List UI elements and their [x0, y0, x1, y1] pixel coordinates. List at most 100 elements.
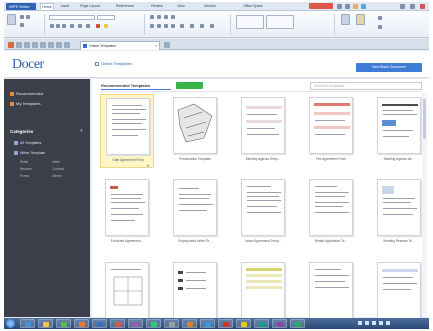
subcategory-item[interactable]: Resume — [20, 167, 32, 171]
copy-icon[interactable] — [26, 15, 30, 19]
wps-home-icon[interactable] — [8, 42, 14, 48]
new-tab-icon[interactable] — [16, 42, 22, 48]
subcategory-item[interactable]: Contract — [52, 167, 64, 171]
sidebar-item-my-templates[interactable]: My Templates — [10, 101, 41, 106]
maximize-icon[interactable] — [410, 4, 415, 9]
taskbar-app[interactable] — [74, 319, 89, 328]
taskbar-app[interactable] — [20, 319, 35, 328]
sidebar-item-recommended[interactable]: Recommended — [10, 91, 43, 96]
align-right-icon[interactable] — [164, 24, 168, 28]
taskbar-app[interactable] — [146, 319, 161, 328]
format-painter-icon[interactable] — [20, 23, 24, 27]
bullets-icon[interactable] — [150, 15, 154, 19]
new-blank-document-button[interactable]: New Blank Document — [356, 63, 422, 72]
taskbar-app[interactable] — [56, 319, 71, 328]
help-icon[interactable] — [361, 4, 366, 9]
taskbar-app[interactable] — [110, 319, 125, 328]
align-center-icon[interactable] — [157, 24, 161, 28]
shading-icon[interactable] — [190, 24, 194, 28]
menu-tab-review[interactable]: Review — [147, 3, 167, 10]
taskbar-app[interactable] — [182, 319, 197, 328]
taskbar-app[interactable] — [164, 319, 179, 328]
select-icon[interactable] — [378, 16, 382, 20]
cut-icon[interactable] — [20, 15, 24, 19]
template-card[interactable]: Meeting Resume Te... — [372, 176, 426, 250]
app-menu-button[interactable]: WPS Writer — [6, 3, 36, 10]
highlight-icon[interactable] — [104, 24, 108, 28]
tab-online-templates[interactable]: Online Templates × — [80, 41, 160, 50]
menu-tab-references[interactable]: References — [112, 3, 138, 10]
undo-icon[interactable] — [337, 4, 342, 9]
favorite-icon[interactable]: ★ — [146, 163, 150, 168]
taskbar-app[interactable] — [38, 319, 53, 328]
italic-icon[interactable] — [56, 24, 60, 28]
superscript-icon[interactable] — [78, 24, 82, 28]
paste-icon[interactable] — [7, 14, 16, 25]
subcategory-item[interactable]: Writer — [20, 160, 28, 164]
menu-tab-home[interactable]: Home — [40, 3, 54, 10]
close-icon[interactable] — [420, 4, 425, 9]
justify-icon[interactable] — [171, 24, 175, 28]
font-color-icon[interactable] — [96, 24, 100, 28]
close-tab-icon[interactable]: × — [155, 42, 157, 50]
styles-gallery[interactable] — [236, 15, 264, 29]
print-icon[interactable] — [40, 42, 46, 48]
template-card[interactable]: Rental Application Te... — [304, 176, 358, 250]
undo-icon[interactable] — [56, 42, 62, 48]
styles-gallery-2[interactable] — [266, 15, 294, 29]
minimize-icon[interactable] — [400, 4, 405, 9]
template-search-input[interactable]: Search for templates — [310, 82, 422, 90]
strikethrough-icon[interactable] — [70, 24, 74, 28]
skin-icon[interactable] — [353, 4, 358, 9]
redo-icon[interactable] — [64, 42, 70, 48]
template-card[interactable]: Employment Letter Te... — [168, 176, 222, 250]
system-tray[interactable] — [356, 320, 411, 327]
show-hide-icon[interactable] — [210, 24, 214, 28]
taskbar-app[interactable] — [128, 319, 143, 328]
font-name-select[interactable] — [49, 15, 95, 20]
category-writer-templates[interactable]: Writer Template — [14, 151, 45, 156]
add-tab-icon[interactable] — [164, 42, 170, 48]
preview-icon[interactable] — [48, 42, 54, 48]
redo-icon[interactable] — [345, 4, 350, 9]
subcategory-item[interactable]: Forms — [20, 174, 29, 178]
start-button[interactable] — [6, 319, 15, 328]
menu-tab-office-space[interactable]: Office Space — [237, 3, 269, 10]
subcategory-item[interactable]: Others — [52, 174, 62, 178]
align-left-icon[interactable] — [150, 24, 154, 28]
increase-indent-icon[interactable] — [171, 15, 175, 19]
save-icon[interactable] — [32, 42, 38, 48]
taskbar-app[interactable] — [254, 319, 269, 328]
bold-icon[interactable] — [50, 24, 54, 28]
menu-tab-insert[interactable]: Insert — [58, 3, 72, 10]
template-card[interactable]: Fee Agreement Form — [304, 94, 358, 168]
settings-icon[interactable] — [378, 25, 382, 29]
template-card[interactable]: Meeting Agenda Temp... — [236, 94, 290, 168]
open-icon[interactable] — [24, 42, 30, 48]
menu-tab-view[interactable]: View — [174, 3, 188, 10]
account-badge[interactable] — [309, 3, 333, 9]
numbering-icon[interactable] — [157, 15, 161, 19]
taskbar-app[interactable] — [290, 319, 305, 328]
font-size-select[interactable] — [97, 15, 115, 20]
category-all-templates[interactable]: All Templates — [14, 141, 41, 146]
taskbar-app[interactable] — [236, 319, 251, 328]
expand-categories-icon[interactable]: + — [80, 128, 83, 134]
subcategory-item[interactable]: Letter — [52, 160, 60, 164]
template-card[interactable]: Presentation Template — [168, 94, 222, 168]
find-replace-icon[interactable] — [356, 14, 365, 25]
line-spacing-icon[interactable] — [180, 24, 184, 28]
taskbar-app[interactable] — [92, 319, 107, 328]
taskbar-app[interactable] — [200, 319, 215, 328]
scrollbar-thumb[interactable] — [423, 99, 426, 139]
taskbar-app[interactable] — [272, 319, 287, 328]
menu-tab-page-layout[interactable]: Page Layout — [76, 3, 104, 10]
template-card[interactable]: Purchase Agreement... — [100, 176, 154, 250]
taskbar-app[interactable] — [218, 319, 233, 328]
decrease-indent-icon[interactable] — [164, 15, 168, 19]
template-card[interactable]: Lease Agreement Temp... — [236, 176, 290, 250]
text-tools-icon[interactable] — [341, 14, 350, 25]
borders-icon[interactable] — [200, 24, 204, 28]
template-card[interactable]: Gate Agreement Form ★ — [100, 94, 154, 168]
menu-tab-section[interactable]: Section — [200, 3, 220, 10]
